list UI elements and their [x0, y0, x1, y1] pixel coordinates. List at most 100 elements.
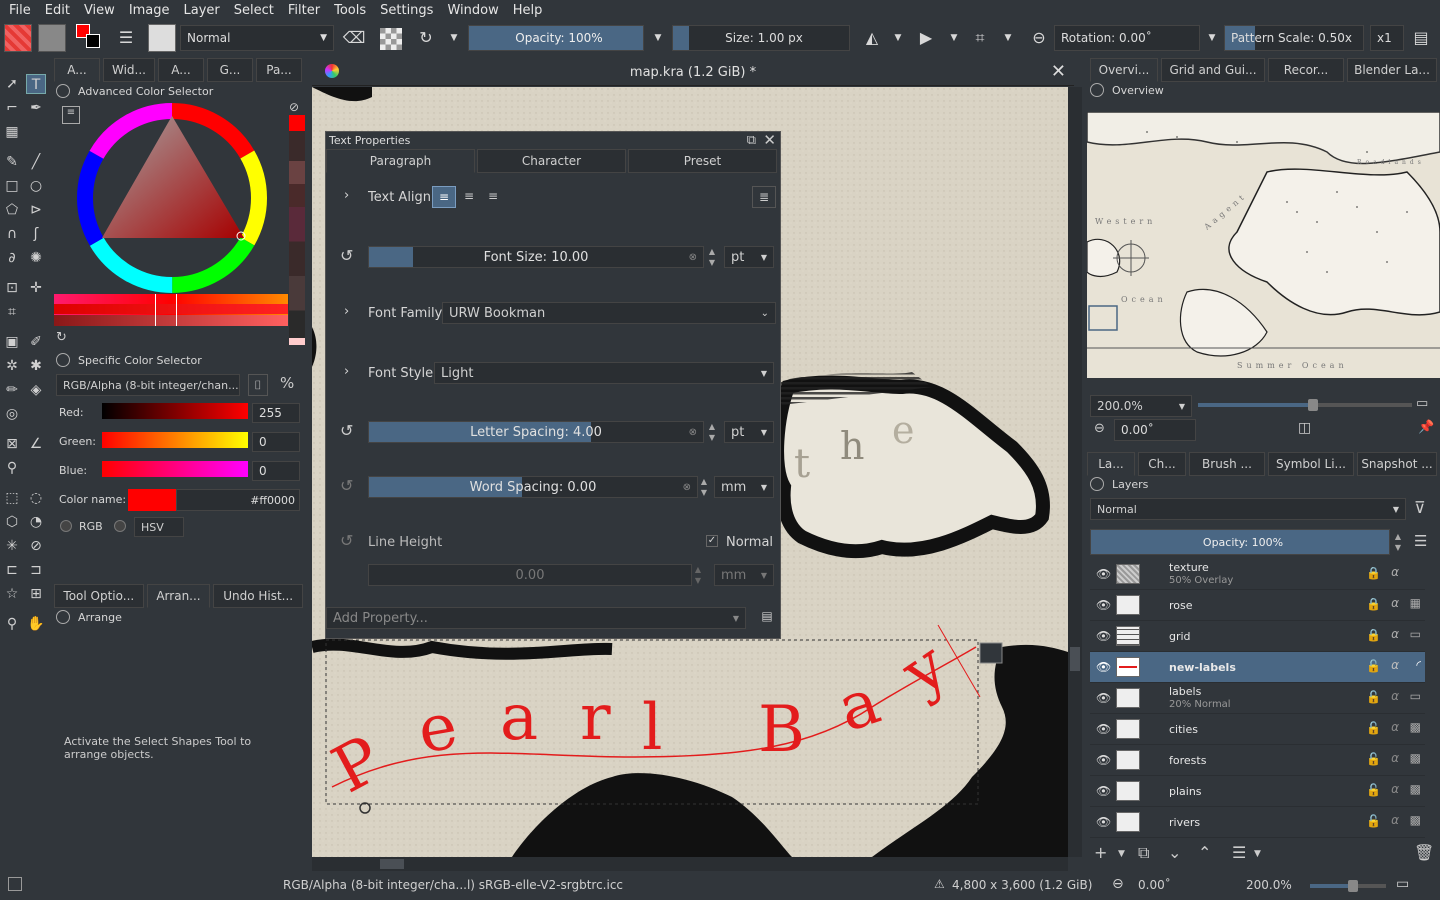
lock-icon[interactable]: 🔒: [1366, 597, 1381, 611]
green-slider[interactable]: [102, 432, 248, 448]
checker-icon[interactable]: ▩: [1410, 813, 1421, 827]
eye-icon[interactable]: 👁: [1096, 567, 1111, 581]
layer-blend-mode-select[interactable]: Normal ▼: [1090, 498, 1406, 520]
eye-icon[interactable]: 👁: [1096, 691, 1111, 705]
alpha-icon[interactable]: α: [1391, 751, 1399, 765]
color-history-strip[interactable]: [289, 115, 305, 345]
layer-plains[interactable]: 👁 plains 🔓 α ▩: [1090, 776, 1425, 807]
multibrush-icon[interactable]: ✺: [26, 248, 46, 268]
mirror-vertical-icon[interactable]: ▶: [914, 26, 938, 50]
move-icon[interactable]: ✛: [26, 278, 46, 298]
menu-filter[interactable]: Filter: [281, 3, 327, 18]
rgb-radio[interactable]: [60, 520, 72, 532]
alpha-icon[interactable]: α: [1391, 813, 1399, 827]
chevron-down-icon[interactable]: ▼: [650, 26, 666, 50]
edit-shapes-icon[interactable]: ⌐: [2, 98, 22, 118]
line-icon[interactable]: ╱: [26, 152, 46, 172]
justify-icon[interactable]: ≣: [752, 186, 776, 208]
tab-blender-layers[interactable]: Blender La...: [1347, 58, 1437, 82]
filter-icon[interactable]: ⊽: [1414, 498, 1426, 517]
move-up-icon[interactable]: ⌃: [1198, 843, 1211, 862]
reset-icon[interactable]: ↺: [340, 476, 353, 495]
rotation-icon[interactable]: ⊖: [1094, 421, 1105, 436]
word-spacing-slider[interactable]: Word Spacing: 0.00 ⊗: [368, 476, 698, 498]
menu-window[interactable]: Window: [440, 3, 505, 18]
menu-file[interactable]: File: [0, 3, 38, 18]
font-size-unit-select[interactable]: pt ▼: [724, 246, 774, 268]
pattern-scale-slider[interactable]: Pattern Scale: 0.50x: [1224, 25, 1364, 51]
menu-select[interactable]: Select: [227, 3, 281, 18]
fill-gradient-icon[interactable]: ▣: [2, 332, 22, 352]
chevron-down-icon[interactable]: ▼: [1254, 849, 1261, 859]
lock-icon[interactable]: [1090, 477, 1104, 491]
tab-a[interactable]: A...: [158, 58, 204, 82]
chevron-right-icon[interactable]: ›: [344, 364, 349, 379]
reload-icon[interactable]: ↻: [414, 26, 438, 50]
alpha-icon[interactable]: α: [1391, 782, 1399, 796]
layer-new-labels[interactable]: 👁 new-labels 🔓 α ◜: [1090, 652, 1425, 683]
multiplier-field[interactable]: x1: [1370, 25, 1404, 51]
tab-tool-options[interactable]: Tool Optio...: [54, 584, 144, 608]
spin-icon[interactable]: ▲ ▼: [692, 564, 704, 586]
fit-view-icon[interactable]: ▭: [1396, 876, 1409, 892]
alpha-icon[interactable]: α: [1391, 720, 1399, 734]
tab-palette[interactable]: Pa...: [256, 58, 302, 82]
layer-rivers[interactable]: 👁 rivers 🔓 α ▩: [1090, 807, 1425, 838]
chevron-right-icon[interactable]: ›: [344, 304, 349, 319]
text-tool-icon[interactable]: T: [26, 74, 46, 94]
eye-icon[interactable]: 👁: [1096, 784, 1111, 798]
menu-settings[interactable]: Settings: [373, 3, 440, 18]
hsv-select[interactable]: HSV: [134, 517, 184, 537]
checker-icon[interactable]: ▩: [1410, 782, 1421, 796]
gradient-icon[interactable]: ▦: [2, 122, 22, 142]
chevron-down-icon[interactable]: ▼: [946, 26, 962, 50]
wrap-around-icon[interactable]: ⌗: [968, 26, 992, 50]
unlock-icon[interactable]: 🔓: [1366, 721, 1381, 735]
size-slider[interactable]: Size: 1.00 px: [672, 25, 850, 51]
layer-grid[interactable]: 👁 grid 🔒 α ▭: [1090, 621, 1425, 652]
opacity-slider[interactable]: Opacity: 100%: [468, 25, 644, 51]
tab-grid-guides[interactable]: Grid and Gui...: [1161, 58, 1265, 82]
folder-icon[interactable]: ▭: [1410, 689, 1421, 703]
lock-icon[interactable]: [56, 84, 70, 98]
add-layer-icon[interactable]: +: [1094, 843, 1107, 862]
letter-spacing-slider[interactable]: Letter Spacing: 4.00 ⊗: [368, 421, 704, 443]
reset-icon[interactable]: ↺: [340, 246, 353, 265]
tab-overview[interactable]: Overvi...: [1090, 58, 1158, 82]
menu-edit[interactable]: Edit: [38, 3, 77, 18]
float-icon[interactable]: ⧉: [747, 133, 756, 148]
tab-g[interactable]: G...: [207, 58, 253, 82]
tab-character[interactable]: Character: [477, 149, 626, 173]
blue-field[interactable]: 0: [252, 461, 300, 481]
word-spacing-unit-select[interactable]: mm ▼: [714, 476, 774, 498]
lock-icon[interactable]: 🔒: [1366, 628, 1381, 642]
line-height-unit-select[interactable]: mm ▼: [714, 564, 774, 586]
mirror-icon[interactable]: ◫: [1298, 420, 1311, 436]
ellipse-select-icon[interactable]: ◌: [26, 488, 46, 508]
polyline-icon[interactable]: ⊳: [26, 200, 46, 220]
alpha-lock-icon[interactable]: [380, 28, 402, 50]
tab-brush-presets[interactable]: Brush ...: [1189, 452, 1265, 476]
unlock-icon[interactable]: 🔓: [1366, 783, 1381, 797]
align-center-icon[interactable]: ≡: [457, 186, 481, 208]
layer-cities[interactable]: 👁 cities 🔓 α ▩: [1090, 714, 1425, 745]
chevron-down-icon[interactable]: ▼: [446, 26, 462, 50]
fg-bg-color-icon[interactable]: [76, 24, 104, 52]
letter-spacing-unit-select[interactable]: pt ▼: [724, 421, 774, 443]
smart-patch-icon[interactable]: ✲: [2, 356, 22, 376]
fit-view-icon[interactable]: ▭: [1416, 396, 1428, 411]
hex-icon[interactable]: ⌷: [248, 374, 268, 396]
hsv-radio[interactable]: [114, 520, 126, 532]
zoom-icon[interactable]: ⚲: [2, 614, 22, 634]
layer-forests[interactable]: 👁 forests 🔓 α ▩: [1090, 745, 1425, 776]
menu-layer[interactable]: Layer: [177, 3, 227, 18]
viewport-rect[interactable]: [1088, 305, 1118, 331]
menu-image[interactable]: Image: [122, 3, 177, 18]
freehand-path-icon[interactable]: ʃ: [26, 224, 46, 244]
selection-mode-icon[interactable]: [8, 877, 22, 891]
eye-icon[interactable]: 👁: [1096, 598, 1111, 612]
polygon-select-icon[interactable]: ⬡: [2, 512, 22, 532]
tab-preset[interactable]: Preset: [628, 149, 777, 173]
freehand-select-icon[interactable]: ◔: [26, 512, 46, 532]
chevron-down-icon[interactable]: ▼: [1000, 26, 1016, 50]
